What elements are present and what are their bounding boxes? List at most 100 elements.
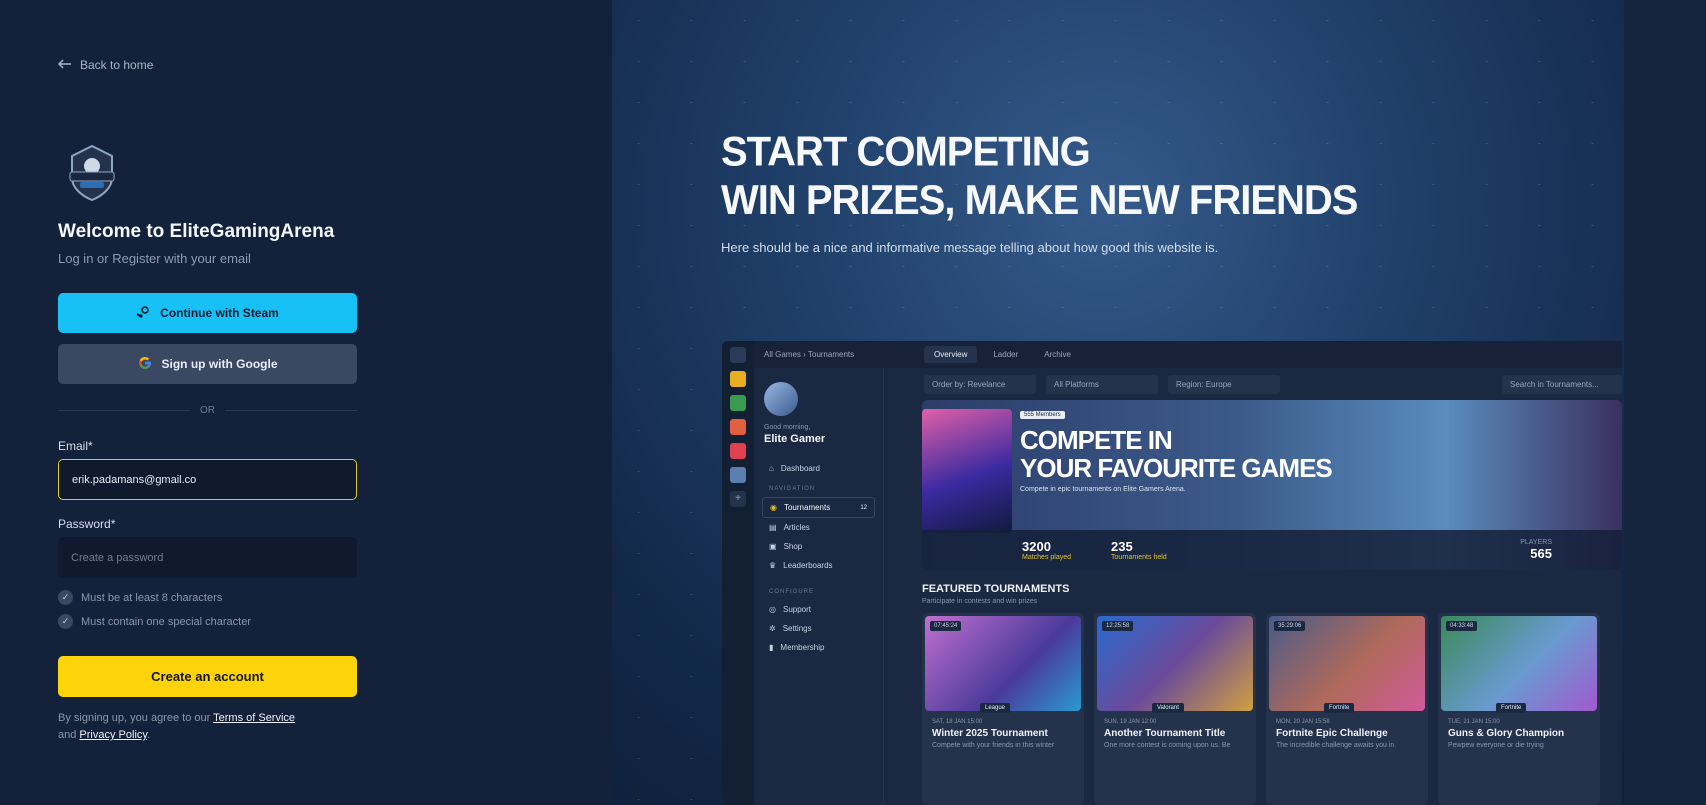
shop-icon: ▣ — [769, 542, 777, 551]
preview-topbar: All Games › Tournaments Overview Ladder … — [754, 341, 1622, 368]
greeting: Good morning, — [764, 424, 811, 431]
preview-nav-support: ◎ Support — [762, 600, 875, 619]
privacy-policy-link[interactable]: Privacy Policy — [79, 729, 147, 741]
auth-panel: Back to home Welcome to EliteGamingArena… — [0, 0, 612, 805]
banner-title-2: YOUR FAVOURITE GAMES — [1020, 453, 1333, 483]
featured-title: FEATURED TOURNAMENTS — [922, 583, 1070, 595]
preview-nav-dashboard: ⌂ Dashboard — [762, 459, 875, 478]
welcome-subtitle: Log in or Register with your email — [58, 251, 251, 266]
password-rule-length: ✓ Must be at least 8 characters — [58, 590, 222, 605]
featured-subtitle: Participate in contests and win prizes — [922, 598, 1038, 605]
preview-tab-overview: Overview — [924, 346, 978, 363]
nav-label: Leaderboards — [783, 561, 833, 570]
filter-platform: All Platforms — [1046, 374, 1158, 394]
rail-game-icon — [730, 371, 746, 387]
email-field[interactable]: erik.padamans@gmail.co — [58, 459, 357, 500]
email-label: Email* — [58, 439, 93, 453]
terms-notice: By signing up, you agree to our Terms of… — [58, 710, 295, 744]
config-heading: CONFIGURE — [769, 589, 814, 595]
preview-tab-ladder: Ladder — [993, 350, 1019, 359]
card-timer: 35:29:06 — [1274, 621, 1306, 631]
google-label: Sign up with Google — [161, 357, 278, 371]
tournament-card: 04:33:48 Fortnite TUE, 21 JAN 15:00 Guns… — [1438, 613, 1600, 805]
create-account-label: Create an account — [151, 669, 264, 684]
nav-label: Dashboard — [780, 464, 820, 473]
arena-logo — [62, 142, 122, 202]
terms-end: . — [147, 729, 151, 741]
stat-players: PLAYERS 565 — [1520, 539, 1552, 561]
stat-matches: 3200 Matches played — [1022, 539, 1071, 561]
article-icon: ▤ — [769, 523, 777, 532]
create-account-button[interactable]: Create an account — [58, 656, 357, 697]
card-desc: One more contest is coming upon us. Be — [1104, 742, 1231, 749]
card-timer: 07:45:24 — [930, 621, 962, 631]
rail-game-icon — [730, 443, 746, 459]
preview-nav-membership: ▮ Membership — [762, 638, 875, 657]
terms-of-service-link[interactable]: Terms of Service — [213, 712, 295, 724]
card-desc: The incredible challenge awaits you in — [1276, 742, 1395, 749]
trophy-icon: ◉ — [770, 503, 777, 512]
preview-nav-articles: ▤ Articles — [762, 518, 875, 537]
gear-icon: ✲ — [769, 624, 776, 633]
preview-filters: Order by: Revelance All Platforms Region… — [884, 368, 1622, 400]
home-icon: ⌂ — [769, 464, 774, 473]
preview-banner: 555 Members COMPETE IN YOUR FAVOURITE GA… — [922, 400, 1622, 570]
card-title: Fortnite Epic Challenge — [1276, 728, 1388, 739]
card-game: Fortnite — [1496, 703, 1527, 713]
rail-logo-icon — [730, 347, 746, 363]
password-placeholder: Create a password — [71, 551, 164, 564]
stat-value: 3200 — [1022, 539, 1051, 554]
preview-tab-archive: Archive — [1044, 350, 1071, 359]
nav-label: Tournaments — [783, 503, 831, 512]
welcome-title: Welcome to EliteGamingArena — [58, 221, 335, 242]
avatar — [764, 382, 798, 416]
stat-label: Tournaments held — [1111, 554, 1167, 561]
nav-label: Membership — [780, 643, 825, 652]
back-to-home-link[interactable]: Back to home — [57, 58, 154, 72]
rail-game-icon — [730, 467, 746, 483]
add-game-icon: + — [730, 491, 746, 507]
card-timer: 12:25:58 — [1102, 621, 1134, 631]
game-rail: + — [722, 341, 754, 805]
tournament-card: 35:29:06 Fortnite MON, 20 JAN 15:58 Fort… — [1266, 613, 1428, 805]
username: Elite Gamer — [764, 433, 826, 445]
app-preview: + All Games › Tournaments Overview Ladde… — [722, 341, 1622, 805]
card-timer: 04:33:48 — [1446, 621, 1478, 631]
stat-label: PLAYERS — [1520, 539, 1552, 546]
rule-text: Must be at least 8 characters — [81, 591, 223, 604]
filter-region: Region: Europe — [1168, 374, 1280, 394]
card-icon: ▮ — [769, 643, 774, 652]
stat-label: Matches played — [1022, 554, 1072, 561]
preview-search: Search in Tournaments... — [1502, 374, 1622, 394]
hero-line-2: WIN PRIZES, MAKE NEW FRIENDS — [721, 177, 1358, 224]
card-date: SAT, 18 JAN 15:00 — [932, 719, 983, 725]
stat-value: 235 — [1111, 539, 1133, 554]
back-label: Back to home — [80, 58, 154, 72]
nav-label: Settings — [782, 624, 812, 633]
sign-up-with-google-button[interactable]: Sign up with Google — [58, 344, 357, 384]
nav-label: Articles — [783, 523, 810, 532]
password-label: Password* — [58, 517, 116, 531]
tournament-card: 12:25:58 Valorant SUN, 19 JAN 12:00 Anot… — [1094, 613, 1256, 805]
steam-icon — [136, 305, 150, 322]
nav-count: 12 — [860, 504, 867, 511]
hero-message: Here should be a nice and informative me… — [721, 240, 1219, 255]
preview-nav-leaderboards: ♛ Leaderboards — [762, 556, 875, 575]
members-badge: 555 Members — [1020, 411, 1065, 419]
support-icon: ◎ — [769, 605, 776, 614]
email-value: erik.padamans@gmail.co — [72, 473, 197, 486]
stat-value: 565 — [1530, 546, 1552, 561]
password-field[interactable]: Create a password — [58, 537, 357, 578]
continue-with-steam-button[interactable]: Continue with Steam — [58, 293, 357, 333]
steam-label: Continue with Steam — [160, 306, 279, 320]
arrow-left-icon — [57, 58, 72, 72]
nav-label: Support — [782, 605, 812, 614]
card-title: Winter 2025 Tournament — [932, 728, 1048, 739]
tournament-card: 07:45:24 League SAT, 18 JAN 15:00 Winter… — [922, 613, 1084, 805]
terms-prefix: By signing up, you agree to our — [58, 712, 211, 724]
card-desc: Pewpew everyone or die trying — [1448, 742, 1544, 749]
nav-heading: NAVIGATION — [769, 486, 816, 492]
banner-stats: 3200 Matches played 235 Tournaments held P… — [922, 530, 1622, 570]
password-rule-special: ✓ Must contain one special character — [58, 614, 251, 629]
card-desc: Compete with your friends in this winter — [932, 742, 1055, 749]
